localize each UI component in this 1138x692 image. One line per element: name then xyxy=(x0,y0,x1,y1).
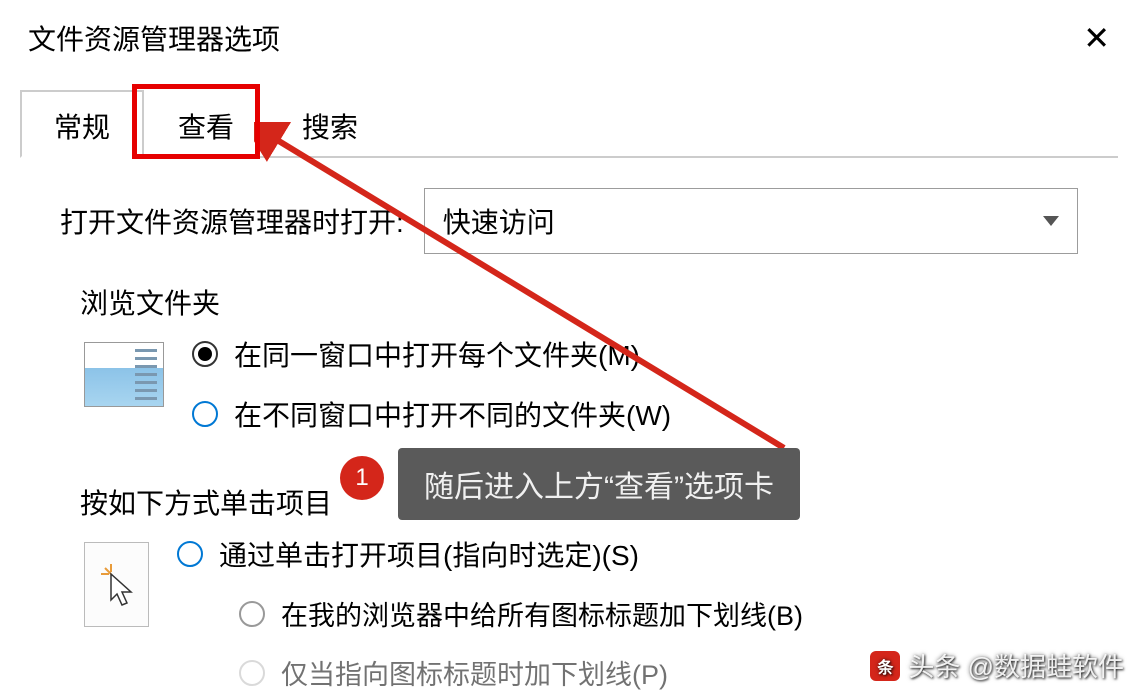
cursor-icon xyxy=(84,542,149,627)
tab-search[interactable]: 搜索 xyxy=(268,90,392,158)
watermark-logo-icon: 条 xyxy=(870,651,900,681)
radio-icon xyxy=(239,660,265,686)
tab-bar: 常规 查看 搜索 xyxy=(20,76,1118,158)
tab-view[interactable]: 查看 xyxy=(144,90,268,158)
radio-icon xyxy=(239,601,265,627)
radio-icon xyxy=(177,541,203,567)
tab-general[interactable]: 常规 xyxy=(20,90,144,158)
radio-label: 仅当指向图标标题时加下划线(P) xyxy=(281,653,668,692)
radio-icon xyxy=(192,401,218,427)
radio-label: 在同一窗口中打开每个文件夹(M) xyxy=(234,334,640,374)
radio-label: 通过单击打开项目(指向时选定)(S) xyxy=(219,534,639,574)
radio-icon xyxy=(192,341,218,367)
browse-folders-legend: 浏览文件夹 xyxy=(80,282,1078,322)
click-items-legend: 按如下方式单击项目 xyxy=(80,482,1078,522)
watermark-text: 头条 @数据蛙软件 xyxy=(908,647,1124,684)
radio-diff-window[interactable]: 在不同窗口中打开不同的文件夹(W) xyxy=(192,394,671,434)
folder-window-icon xyxy=(84,342,164,407)
radio-single-click[interactable]: 通过单击打开项目(指向时选定)(S) xyxy=(177,534,803,574)
radio-label: 在不同窗口中打开不同的文件夹(W) xyxy=(234,394,671,434)
close-icon[interactable]: ✕ xyxy=(1083,19,1110,57)
chevron-down-icon xyxy=(1043,216,1059,226)
open-with-label: 打开文件资源管理器时打开: xyxy=(60,201,404,241)
watermark: 条 头条 @数据蛙软件 xyxy=(870,647,1124,684)
radio-same-window[interactable]: 在同一窗口中打开每个文件夹(M) xyxy=(192,334,671,374)
radio-underline-all[interactable]: 在我的浏览器中给所有图标标题加下划线(B) xyxy=(177,594,803,633)
dropdown-value: 快速访问 xyxy=(443,201,555,241)
radio-underline-point[interactable]: 仅当指向图标标题时加下划线(P) xyxy=(177,653,803,692)
window-title: 文件资源管理器选项 xyxy=(28,18,280,58)
radio-label: 在我的浏览器中给所有图标标题加下划线(B) xyxy=(281,594,803,633)
open-with-dropdown[interactable]: 快速访问 xyxy=(424,188,1078,254)
